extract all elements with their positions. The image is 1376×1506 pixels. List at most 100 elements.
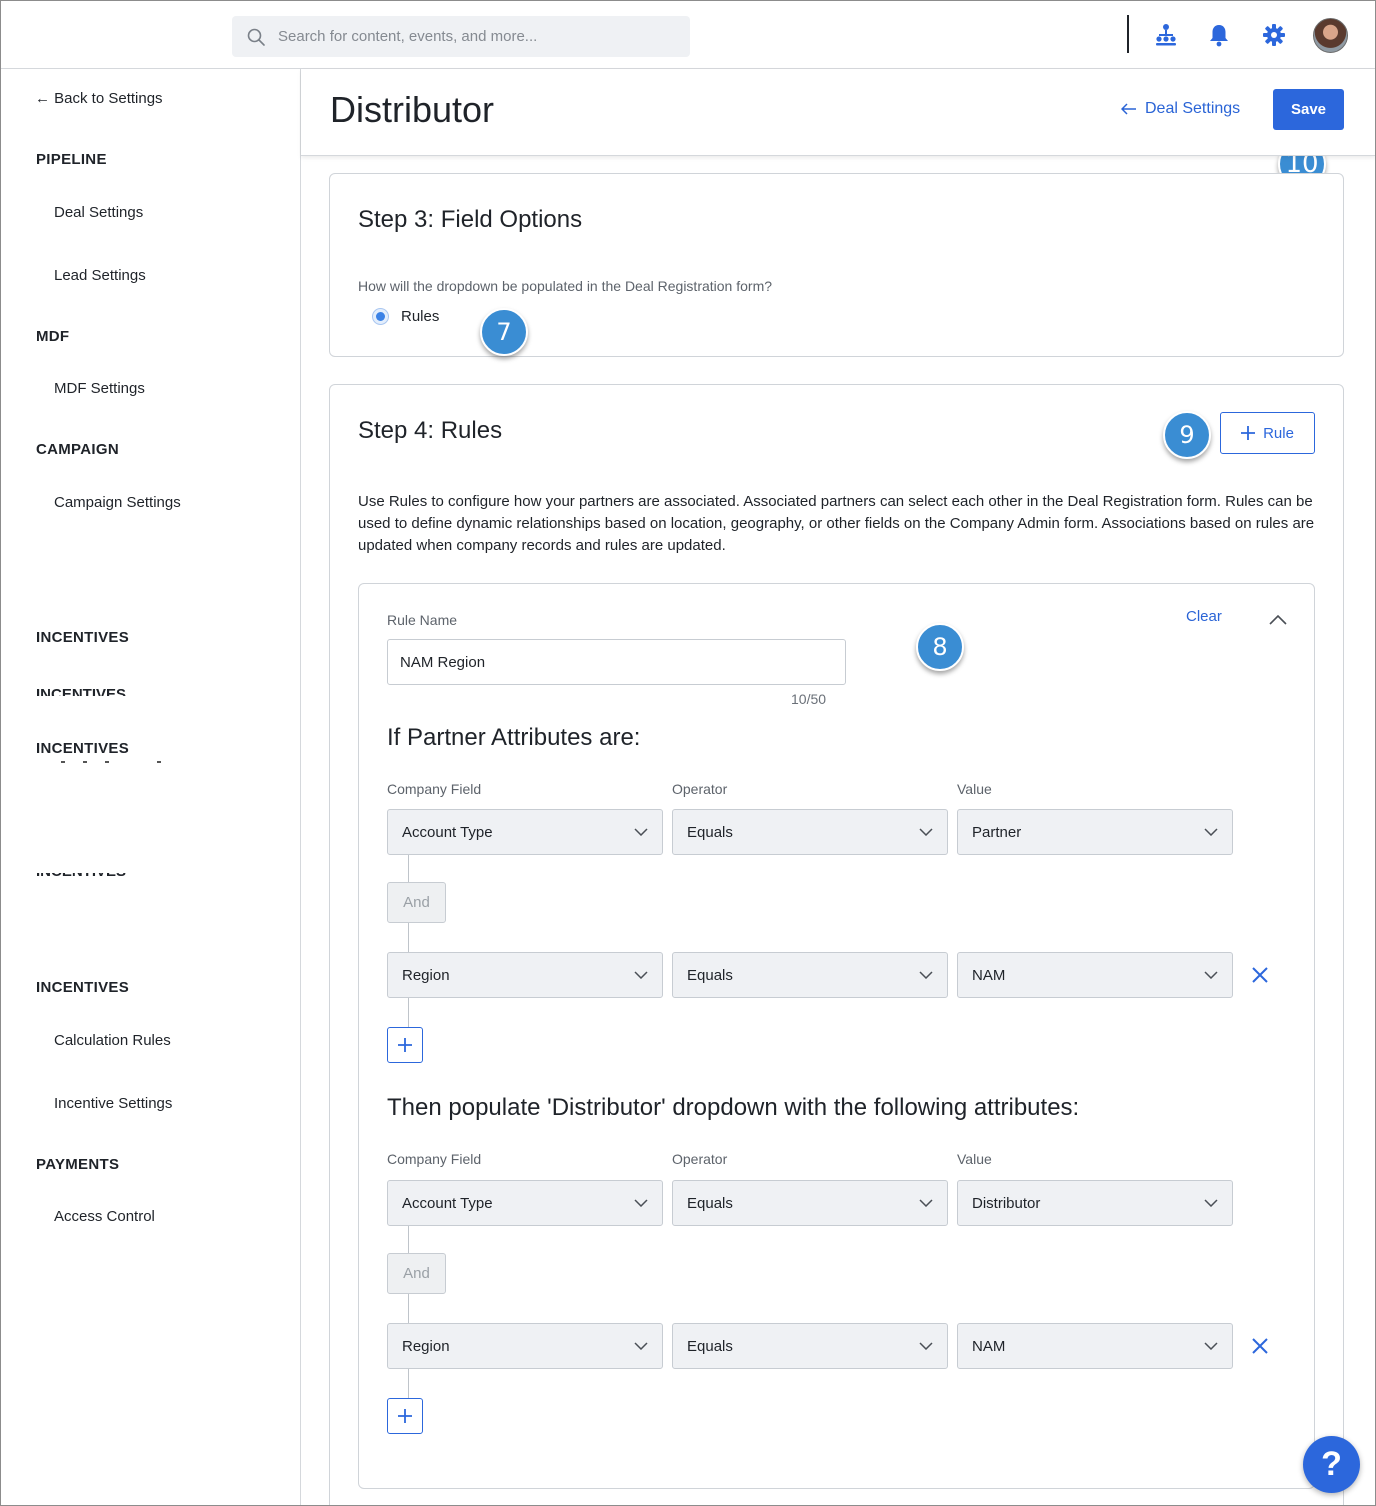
if-value-label: Value [957,781,992,797]
then-row1-operator-select[interactable]: Equals [672,1180,948,1226]
rule-name-input[interactable] [387,639,846,685]
sidebar-heading-campaign: CAMPAIGN [36,441,119,458]
bell-icon[interactable] [1206,22,1232,48]
rule-connector-line [408,998,409,1027]
chevron-down-icon [919,1341,933,1351]
and-chip: And [387,882,446,923]
rule-name-label: Rule Name [387,612,458,628]
sidebar-item-lead-settings[interactable]: Lead Settings [54,267,146,284]
add-rule-button-label: Rule [1263,424,1294,442]
select-value: Region [402,1337,450,1355]
select-value: Equals [687,823,733,841]
select-value: Equals [687,966,733,984]
clipped-sidebar-text [61,761,181,764]
select-value: Partner [972,823,1022,841]
chevron-down-icon [1204,1341,1218,1351]
avatar[interactable] [1313,18,1348,53]
rule-connector-line [408,923,409,952]
add-rule-button[interactable]: Rule [1220,412,1315,454]
plus-icon [398,1409,412,1423]
select-value: NAM [972,1337,1006,1355]
step4-description: Use Rules to configure how your partners… [358,493,1315,554]
chevron-down-icon [919,970,933,980]
add-condition-button[interactable] [387,1027,423,1063]
if-company-field-label: Company Field [387,781,482,797]
page-header: Distributor Deal Settings Save [301,69,1375,156]
chevron-down-icon [1204,1198,1218,1208]
sidebar-heading-incentives: INCENTIVES [36,979,130,996]
chevron-down-icon [634,1198,648,1208]
if-row2-value-select[interactable]: NAM [957,952,1233,998]
plus-icon [398,1038,412,1052]
step3-title: Step 3: Field Options [358,206,583,233]
sidebar-heading-incentives-clipped: INCENTIVES [36,686,127,696]
sidebar-heading-incentives: INCENTIVES [36,740,130,757]
chevron-down-icon [1204,827,1218,837]
callout-badge-9: 9 [1163,411,1211,459]
chevron-down-icon [634,970,648,980]
if-heading: If Partner Attributes are: [387,724,641,751]
sidebar-heading-pipeline: PIPELINE [36,151,107,168]
then-company-field-label: Company Field [387,1151,482,1167]
sidebar-item-deal-settings[interactable]: Deal Settings [54,204,143,221]
chevron-up-icon[interactable] [1267,612,1289,628]
then-row1-value-select[interactable]: Distributor [957,1180,1233,1226]
page-title: Distributor [330,89,495,130]
chevron-down-icon [919,1198,933,1208]
sidebar-item-campaign-settings[interactable]: Campaign Settings [54,494,181,511]
if-row1-field-select[interactable]: Account Type [387,809,663,855]
sidebar-heading-incentives: INCENTIVES [36,629,130,646]
step4-title: Step 4: Rules [358,417,503,444]
deal-settings-link[interactable]: Deal Settings [1121,100,1240,118]
top-bar [1,1,1375,69]
select-value: Equals [687,1194,733,1212]
search-input[interactable] [278,28,678,45]
then-heading: Then populate 'Distributor' dropdown wit… [387,1094,1080,1121]
rules-radio-label: Rules [401,308,440,325]
then-operator-label: Operator [672,1151,728,1167]
plus-icon [1241,426,1256,440]
rules-radio[interactable] [372,308,389,325]
search-icon [247,28,265,46]
if-row1-value-select[interactable]: Partner [957,809,1233,855]
select-value: Account Type [402,823,493,841]
if-row1-operator-select[interactable]: Equals [672,809,948,855]
and-chip: And [387,1253,446,1294]
toolbar-divider [1127,15,1129,53]
chevron-down-icon [1204,970,1218,980]
sidebar-item-calculation-rules[interactable]: Calculation Rules [54,1032,171,1049]
org-chart-icon[interactable] [1153,22,1179,48]
then-row2-field-select[interactable]: Region [387,1323,663,1369]
save-button[interactable]: Save [1273,89,1344,130]
if-row2-field-select[interactable]: Region [387,952,663,998]
gear-icon[interactable] [1261,22,1287,48]
then-row1-field-select[interactable]: Account Type [387,1180,663,1226]
rule-connector-line [408,1369,409,1398]
search-box[interactable] [232,16,690,57]
clear-link[interactable]: Clear [1186,608,1222,625]
settings-sidebar: ← Back to Settings PIPELINE Deal Setting… [1,69,301,1505]
callout-badge-7: 7 [480,308,528,356]
sidebar-item-incentive-settings[interactable]: Incentive Settings [54,1095,172,1112]
then-row2-operator-select[interactable]: Equals [672,1323,948,1369]
help-button[interactable]: ? [1303,1436,1360,1493]
select-value: Equals [687,1337,733,1355]
chevron-down-icon [634,827,648,837]
then-row2-value-select[interactable]: NAM [957,1323,1233,1369]
rule-connector-line [408,1294,409,1323]
sidebar-item-mdf-settings[interactable]: MDF Settings [54,380,145,397]
callout-badge-8: 8 [916,623,964,671]
close-icon[interactable] [1249,1335,1271,1357]
add-condition-button[interactable] [387,1398,423,1434]
character-counter: 10/50 [791,691,827,707]
rules-radio-option[interactable]: Rules [372,308,439,325]
app-window: ← Back to Settings PIPELINE Deal Setting… [0,0,1376,1506]
sidebar-heading-mdf: MDF [36,328,70,345]
rule-connector-line [408,1226,409,1253]
step3-card: Step 3: Field Options How will the dropd… [329,173,1344,357]
if-row2-operator-select[interactable]: Equals [672,952,948,998]
back-to-settings-link[interactable]: ← Back to Settings [35,90,163,107]
close-icon[interactable] [1249,964,1271,986]
step4-card: Step 4: Rules 9 Rule Use Rules to config… [329,384,1344,1505]
sidebar-item-access-control[interactable]: Access Control [54,1208,155,1225]
